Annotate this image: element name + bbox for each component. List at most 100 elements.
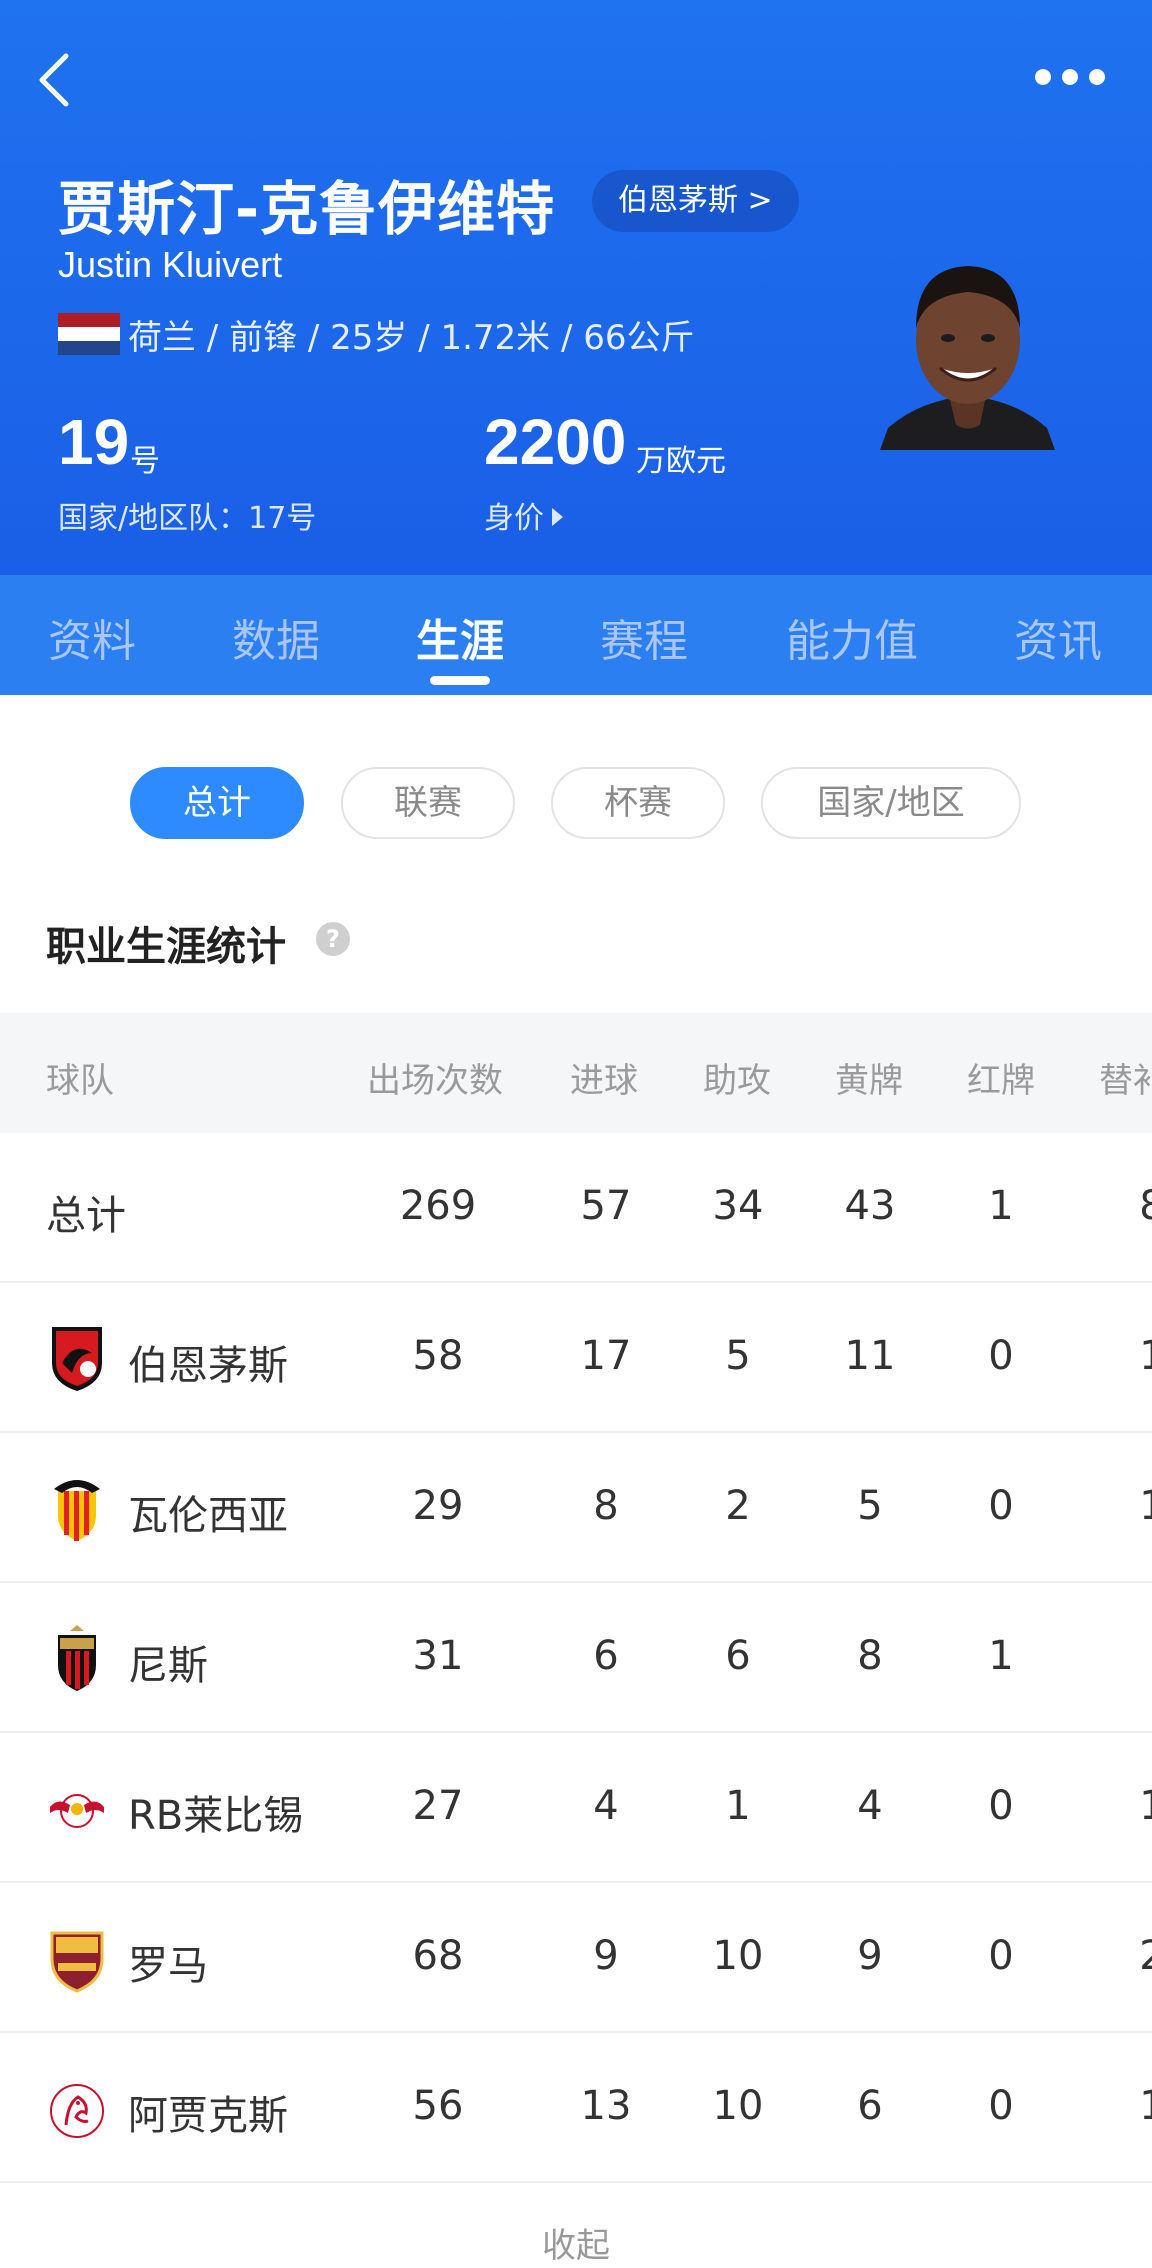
red-cell: 0	[988, 2083, 1014, 2129]
red-cell: 1	[988, 1183, 1014, 1229]
assists-cell: 6	[725, 1633, 751, 1679]
yellow-cell: 43	[844, 1183, 896, 1229]
goals-cell: 4	[593, 1783, 619, 1829]
yellow-cell: 8	[857, 1633, 883, 1679]
filter-league[interactable]: 联赛	[341, 767, 515, 839]
ajax-crest-icon	[50, 2084, 104, 2138]
back-arrow-icon[interactable]	[32, 50, 82, 110]
yellow-cell: 4	[857, 1783, 883, 1829]
red-cell: 0	[988, 1333, 1014, 1379]
sub-cell: 1	[1139, 1333, 1152, 1379]
table-header: 球队 出场次数 进球 助攻 黄牌 红牌 替补	[0, 1013, 1152, 1133]
valencia-crest-icon	[54, 1480, 100, 1541]
market-value-unit: 万欧元	[636, 444, 726, 479]
yellow-cell: 5	[857, 1483, 883, 1529]
team-name: 伯恩茅斯	[128, 1343, 288, 1389]
goals-cell: 57	[580, 1183, 632, 1229]
col-team: 球队	[46, 1061, 114, 1101]
assists-cell: 2	[725, 1483, 751, 1529]
red-cell: 1	[988, 1633, 1014, 1679]
market-value-label: 身价	[484, 501, 544, 536]
col-goals: 进球	[570, 1061, 638, 1101]
col-assists: 助攻	[703, 1061, 771, 1101]
yellow-cell: 9	[857, 1933, 883, 1979]
bournemouth-crest-icon	[52, 1327, 102, 1391]
apps-cell: 269	[399, 1183, 477, 1229]
nice-crest-icon	[58, 1625, 96, 1691]
col-red: 红牌	[967, 1061, 1035, 1101]
assists-cell: 5	[725, 1333, 751, 1379]
red-cell: 0	[988, 1783, 1014, 1829]
sub-cell: 2	[1139, 1933, 1152, 1979]
assists-cell: 34	[712, 1183, 764, 1229]
apps-cell: 27	[412, 1783, 464, 1829]
national-team-number: 国家/地区队：17号	[58, 501, 317, 536]
tab-profile[interactable]: 资料	[48, 605, 136, 669]
table-row[interactable]: 尼斯 31 6 6 8 1	[0, 1583, 1152, 1733]
tab-ability[interactable]: 能力值	[786, 605, 918, 669]
assists-cell: 10	[712, 1933, 764, 1979]
red-cell: 0	[988, 1483, 1014, 1529]
table-row[interactable]: 阿贾克斯 56 13 10 6 0 1	[0, 2033, 1152, 2183]
netherlands-flag-icon	[58, 313, 120, 355]
active-tab-indicator	[430, 676, 490, 685]
help-icon[interactable]: ?	[316, 922, 350, 956]
assists-cell: 10	[712, 2083, 764, 2129]
team-name: 瓦伦西亚	[128, 1493, 288, 1539]
sub-cell: 8	[1139, 1183, 1152, 1229]
goals-cell: 8	[593, 1483, 619, 1529]
collapse-button[interactable]: 收起	[0, 2218, 1152, 2267]
team-name: 罗马	[128, 1943, 208, 1989]
goals-cell: 13	[580, 2083, 632, 2129]
market-value: 2200	[484, 406, 627, 478]
filter-cup[interactable]: 杯赛	[551, 767, 725, 839]
apps-cell: 68	[412, 1933, 464, 1979]
tab-schedule[interactable]: 赛程	[600, 605, 688, 669]
filter-national[interactable]: 国家/地区	[761, 767, 1021, 839]
table-row[interactable]: 伯恩茅斯 58 17 5 11 0 1	[0, 1283, 1152, 1433]
arrow-right-icon	[552, 508, 563, 526]
apps-cell: 31	[412, 1633, 464, 1679]
col-sub: 替补	[1099, 1061, 1152, 1101]
apps-cell: 58	[412, 1333, 464, 1379]
roma-crest-icon	[50, 1931, 104, 1993]
assists-cell: 1	[725, 1783, 751, 1829]
player-photo	[880, 266, 1055, 450]
player-info: 荷兰 / 前锋 / 25岁 / 1.72米 / 66公斤	[128, 318, 695, 358]
col-apps: 出场次数	[367, 1061, 503, 1101]
tab-career[interactable]: 生涯	[416, 605, 504, 669]
apps-cell: 29	[412, 1483, 464, 1529]
yellow-cell: 11	[844, 1333, 896, 1379]
col-yellow: 黄牌	[835, 1061, 903, 1101]
table-row[interactable]: 瓦伦西亚 29 8 2 5 0 1	[0, 1433, 1152, 1583]
filter-total[interactable]: 总计	[130, 767, 304, 839]
goals-cell: 6	[593, 1633, 619, 1679]
yellow-cell: 6	[857, 2083, 883, 2129]
player-name-cn: 贾斯汀-克鲁伊维特	[58, 175, 556, 243]
goals-cell: 9	[593, 1933, 619, 1979]
club-link-button[interactable]: 伯恩茅斯 >	[592, 170, 799, 232]
sub-cell: 1	[1139, 2083, 1152, 2129]
more-options-icon[interactable]	[1035, 66, 1105, 88]
team-name: 尼斯	[128, 1643, 208, 1689]
apps-cell: 56	[412, 2083, 464, 2129]
team-name: 阿贾克斯	[128, 2093, 288, 2139]
player-name-en: Justin Kluivert	[58, 244, 283, 285]
table-row-total: 总计 269 57 34 43 1 8	[0, 1133, 1152, 1283]
sub-cell: 1	[1139, 1483, 1152, 1529]
section-title: 职业生涯统计	[46, 924, 286, 970]
table-row[interactable]: RB莱比锡 27 4 1 4 0 1	[0, 1733, 1152, 1883]
market-value-link[interactable]: 身价	[484, 493, 563, 537]
player-header: 贾斯汀-克鲁伊维特 伯恩茅斯 > Justin Kluivert 荷兰 / 前锋…	[0, 0, 1152, 575]
goals-cell: 17	[580, 1333, 632, 1379]
shirt-number-unit: 号	[130, 444, 160, 479]
team-name: RB莱比锡	[128, 1793, 304, 1839]
tab-stats[interactable]: 数据	[232, 605, 320, 669]
team-name: 总计	[46, 1193, 126, 1239]
tab-news[interactable]: 资讯	[1014, 605, 1102, 669]
shirt-number: 19	[58, 406, 130, 478]
tab-bar: 资料 数据 生涯 赛程 能力值 资讯	[0, 575, 1152, 695]
table-row[interactable]: 罗马 68 9 10 9 0 2	[0, 1883, 1152, 2033]
leipzig-crest-icon	[50, 1794, 104, 1828]
sub-cell: 1	[1139, 1783, 1152, 1829]
